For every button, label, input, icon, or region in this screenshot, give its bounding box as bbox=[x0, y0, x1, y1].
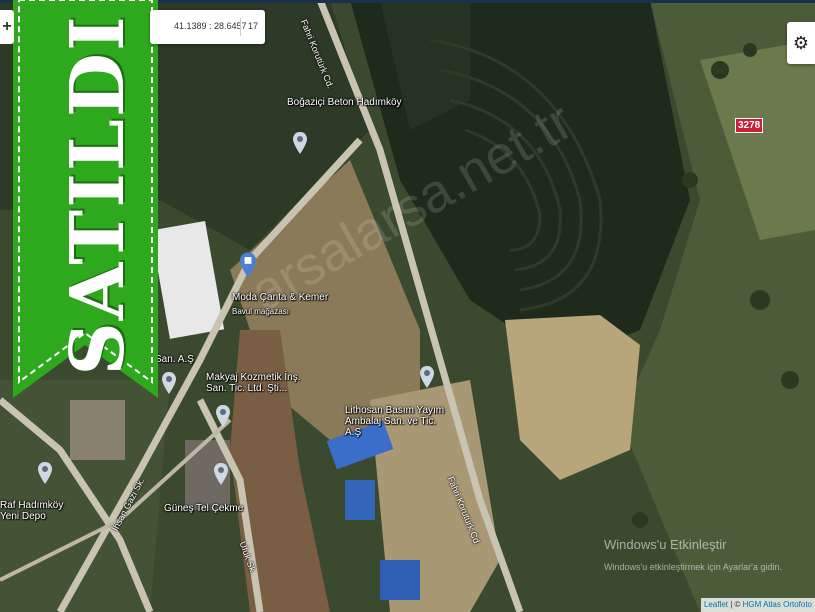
place-label-raf: Raf Hadımköy Yeni Depo bbox=[0, 500, 64, 522]
place-label-san-as: San. A.Ş bbox=[155, 354, 194, 365]
coordinate-readout: 41.1389 : 28.6457 17 bbox=[150, 10, 265, 44]
place-label-gunes: Güneş Tel Çekme bbox=[164, 503, 244, 514]
map-pin-icon[interactable] bbox=[216, 405, 230, 427]
map-pin-icon[interactable] bbox=[293, 132, 307, 154]
sold-banner: SATILDI bbox=[13, 0, 158, 398]
windows-activation-title: Windows'u Etkinleştir bbox=[604, 537, 727, 552]
provider-link[interactable]: HGM Atlas Ortofoto bbox=[743, 600, 812, 609]
map-pin-icon[interactable] bbox=[420, 366, 434, 388]
shopping-pin-icon[interactable] bbox=[240, 252, 256, 278]
map-attribution: Leaflet | © HGM Atlas Ortofoto bbox=[700, 598, 815, 612]
settings-button[interactable]: ⚙ bbox=[787, 22, 815, 64]
parcel-number-label[interactable]: 3278 bbox=[735, 118, 764, 133]
banner-text: SATILDI bbox=[55, 14, 141, 376]
divider bbox=[240, 18, 241, 36]
attribution-separator: | © bbox=[728, 600, 743, 609]
place-label-moda: Moda Çanta & Kemer bbox=[232, 292, 329, 303]
coordinates-text: 41.1389 : 28.6457 bbox=[174, 21, 247, 31]
place-label-bogazici: Boğaziçi Beton Hadımköy bbox=[287, 97, 402, 108]
zoom-in-button[interactable]: + bbox=[0, 10, 14, 44]
map-pin-icon[interactable] bbox=[38, 462, 52, 484]
zoom-level-text: 17 bbox=[248, 21, 259, 31]
place-label-moda-sub: Bavul mağazası bbox=[232, 307, 289, 316]
gear-icon: ⚙ bbox=[792, 33, 810, 53]
windows-activation-subtitle: Windows'u etkinleştirmek için Ayarlar'a … bbox=[604, 562, 782, 572]
place-label-makyaj: Makyaj Kozmetik İnş. San. Tic. Ltd. Şti.… bbox=[206, 372, 301, 394]
place-label-lithosan: Lithosan Basım Yayım Ambalaj San. ve Tic… bbox=[345, 405, 445, 438]
leaflet-link[interactable]: Leaflet bbox=[704, 600, 728, 609]
map-pin-icon[interactable] bbox=[162, 372, 176, 394]
map-pin-icon[interactable] bbox=[214, 463, 228, 485]
